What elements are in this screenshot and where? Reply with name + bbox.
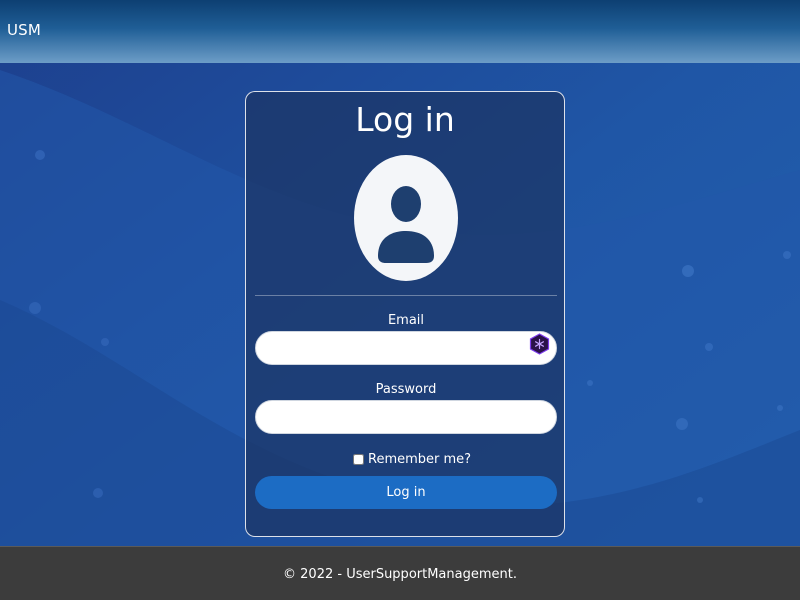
brand-link[interactable]: USM [7, 21, 41, 39]
password-manager-extension-icon[interactable] [529, 333, 550, 355]
card-divider [255, 295, 557, 296]
remember-me-row[interactable]: Remember me? [353, 451, 471, 467]
remember-me-checkbox[interactable] [353, 453, 364, 465]
copyright-text: © 2022 - UserSupportManagement. [283, 567, 517, 582]
password-label: Password [375, 382, 437, 397]
footer: © 2022 - UserSupportManagement. [0, 546, 800, 600]
page-title: Log in [355, 100, 455, 139]
password-field[interactable] [255, 400, 557, 434]
top-navbar: USM [0, 0, 800, 63]
user-avatar-icon [354, 155, 458, 281]
remember-me-label: Remember me? [368, 451, 472, 467]
login-page: USM Log in Email Password Remember me? L… [0, 0, 800, 600]
email-field[interactable] [255, 331, 557, 365]
login-button[interactable]: Log in [255, 476, 557, 509]
email-label: Email [387, 313, 425, 328]
